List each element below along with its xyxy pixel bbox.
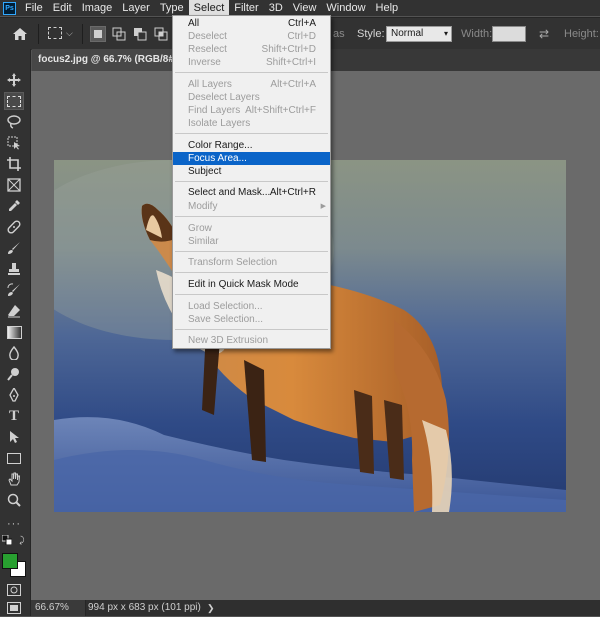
- default-colors-icon[interactable]: [1, 534, 13, 546]
- width-input[interactable]: [492, 26, 526, 42]
- menu-separator: [175, 133, 328, 134]
- chevron-down-icon: ▾: [443, 29, 448, 38]
- menu-item-transform-selection[interactable]: Transform Selection: [173, 256, 330, 269]
- hand-tool-icon[interactable]: [4, 470, 24, 488]
- menu-item-modify[interactable]: Modify ▶: [173, 200, 330, 213]
- style-select[interactable]: Normal ▾: [386, 26, 452, 42]
- rectangular-marquee-tool-icon[interactable]: [4, 92, 24, 110]
- menu-view[interactable]: View: [288, 0, 322, 16]
- quick-mask-icon[interactable]: [4, 581, 24, 599]
- pen-tool-icon[interactable]: [4, 386, 24, 404]
- brush-tool-icon[interactable]: [4, 239, 24, 257]
- type-tool-icon[interactable]: T: [4, 407, 24, 425]
- healing-brush-tool-icon[interactable]: [4, 218, 24, 236]
- menu-item-load-selection[interactable]: Load Selection...: [173, 300, 330, 313]
- zoom-level[interactable]: 66.67%: [31, 600, 86, 616]
- menu-separator: [175, 329, 328, 330]
- options-refine-fragment: as: [333, 28, 345, 40]
- menu-separator: [175, 272, 328, 273]
- photoshop-logo: Ps: [3, 1, 16, 15]
- menu-file[interactable]: File: [20, 0, 48, 16]
- document-tab[interactable]: focus2.jpg @ 66.7% (RGB/8#: [32, 49, 172, 71]
- menu-type[interactable]: Type: [155, 0, 189, 16]
- menu-item-quick-mask-mode[interactable]: Edit in Quick Mask Mode: [173, 278, 330, 291]
- height-label: Height:: [564, 28, 599, 40]
- menu-help[interactable]: Help: [371, 0, 404, 16]
- path-selection-tool-icon[interactable]: [4, 428, 24, 446]
- gradient-tool-icon[interactable]: [4, 323, 24, 341]
- menu-item-all-layers[interactable]: All Layers Alt+Ctrl+A: [173, 78, 330, 91]
- document-dimensions: 994 px x 683 px (101 ppi): [88, 602, 201, 613]
- menu-filter[interactable]: Filter: [229, 0, 263, 16]
- status-info-arrow-icon[interactable]: ❯: [207, 600, 215, 616]
- screen-mode-icon[interactable]: [4, 599, 24, 617]
- add-to-selection-button[interactable]: [112, 27, 126, 41]
- frame-tool-icon[interactable]: [4, 176, 24, 194]
- subtract-from-selection-button[interactable]: [133, 27, 147, 41]
- menu-separator: [175, 72, 328, 73]
- menu-item-deselect-layers[interactable]: Deselect Layers: [173, 91, 330, 104]
- zoom-tool-icon[interactable]: [4, 491, 24, 509]
- select-menu-dropdown: All Ctrl+A Deselect Ctrl+D Reselect Shift+C…: [172, 15, 331, 349]
- width-label: Width:: [461, 28, 493, 40]
- menu-separator: [175, 216, 328, 217]
- clone-stamp-tool-icon[interactable]: [4, 260, 24, 278]
- rect-marquee-preset-icon[interactable]: [48, 27, 62, 39]
- menu-item-select-and-mask[interactable]: Select and Mask... Alt+Ctrl+R: [173, 186, 330, 199]
- history-brush-tool-icon[interactable]: [4, 281, 24, 299]
- options-divider: [82, 24, 83, 44]
- menu-separator: [175, 294, 328, 295]
- home-icon[interactable]: [12, 26, 28, 42]
- eraser-tool-icon[interactable]: [4, 302, 24, 320]
- menu-layer[interactable]: Layer: [117, 0, 155, 16]
- swap-colors-icon[interactable]: ⤸: [16, 534, 28, 546]
- blur-tool-icon[interactable]: [4, 344, 24, 362]
- menu-item-all[interactable]: All Ctrl+A: [173, 17, 330, 30]
- style-select-value: Normal: [391, 28, 424, 39]
- more-tools-icon[interactable]: ···: [4, 515, 24, 533]
- options-divider: [38, 24, 39, 44]
- menu-item-new-3d-extrusion[interactable]: New 3D Extrusion: [173, 334, 330, 347]
- menu-item-subject[interactable]: Subject: [173, 165, 330, 178]
- dodge-tool-icon[interactable]: [4, 365, 24, 383]
- menu-item-inverse[interactable]: Inverse Shift+Ctrl+I: [173, 56, 330, 69]
- menu-image[interactable]: Image: [77, 0, 118, 16]
- style-label: Style:: [357, 28, 385, 40]
- menu-select[interactable]: Select: [188, 0, 230, 16]
- object-selection-tool-icon[interactable]: [4, 134, 24, 152]
- menu-item-focus-area[interactable]: Focus Area...: [173, 152, 330, 165]
- menu-item-similar[interactable]: Similar: [173, 235, 330, 248]
- submenu-arrow-icon: ▶: [320, 203, 326, 210]
- status-bar: 66.67% 994 px x 683 px (101 ppi) ❯: [31, 600, 600, 616]
- menu-item-save-selection[interactable]: Save Selection...: [173, 313, 330, 326]
- menu-bar: Ps File Edit Image Layer Type Select Fil…: [0, 0, 600, 16]
- menu-item-grow[interactable]: Grow: [173, 222, 330, 235]
- move-tool-icon[interactable]: [4, 71, 24, 89]
- menu-edit[interactable]: Edit: [48, 0, 77, 16]
- menu-window[interactable]: Window: [321, 0, 370, 16]
- chevron-down-icon[interactable]: ⌵: [66, 28, 73, 39]
- menu-separator: [175, 251, 328, 252]
- menu-item-color-range[interactable]: Color Range...: [173, 139, 330, 152]
- intersect-selection-button[interactable]: [154, 27, 168, 41]
- menu-item-isolate-layers[interactable]: Isolate Layers: [173, 117, 330, 130]
- crop-tool-icon[interactable]: [4, 155, 24, 173]
- rectangle-tool-icon[interactable]: [4, 449, 24, 467]
- eyedropper-tool-icon[interactable]: [4, 197, 24, 215]
- menu-item-reselect[interactable]: Reselect Shift+Ctrl+D: [173, 43, 330, 56]
- menu-separator: [175, 181, 328, 182]
- tools-panel: T ··· ⤸: [0, 49, 31, 616]
- menu-item-deselect[interactable]: Deselect Ctrl+D: [173, 30, 330, 43]
- menu-3d[interactable]: 3D: [264, 0, 288, 16]
- lasso-tool-icon[interactable]: [4, 113, 24, 131]
- foreground-color-swatch[interactable]: [2, 553, 18, 569]
- swap-icon[interactable]: ⇄: [539, 27, 549, 41]
- new-selection-button[interactable]: [90, 26, 106, 42]
- menu-item-find-layers[interactable]: Find Layers Alt+Shift+Ctrl+F: [173, 104, 330, 117]
